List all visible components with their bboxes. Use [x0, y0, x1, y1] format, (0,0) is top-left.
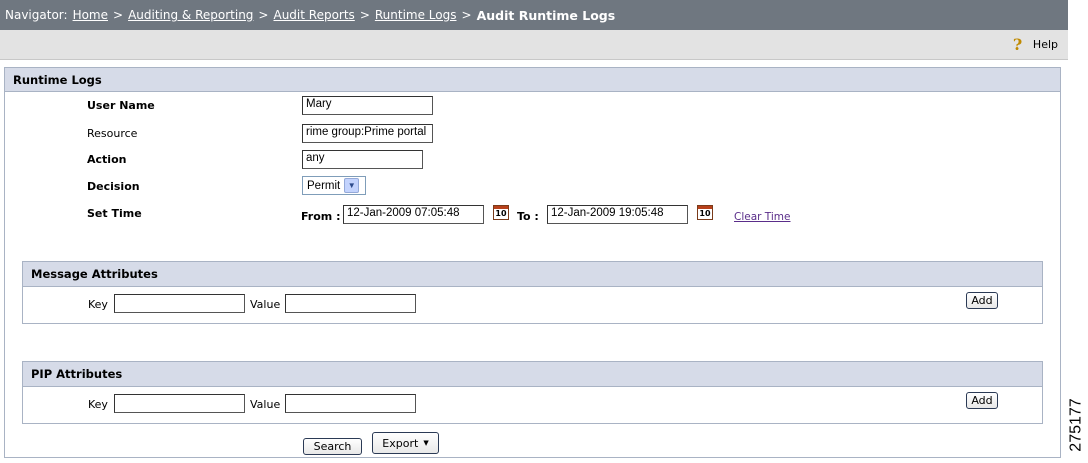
- set-time-label: Set Time: [87, 207, 142, 220]
- add-pip-attribute-button[interactable]: Add: [966, 392, 998, 409]
- decision-label: Decision: [87, 180, 140, 193]
- pip-key-input[interactable]: [114, 394, 245, 413]
- action-input[interactable]: any: [302, 150, 423, 169]
- export-button[interactable]: Export ▼: [372, 432, 439, 454]
- user-name-label: User Name: [87, 99, 155, 112]
- action-label: Action: [87, 153, 127, 166]
- resource-label: Resource: [87, 127, 138, 140]
- pip-attributes-header: PIP Attributes: [23, 362, 1042, 387]
- from-label: From :: [301, 210, 341, 223]
- message-key-label: Key: [88, 298, 108, 311]
- pip-key-label: Key: [88, 398, 108, 411]
- breadcrumb-home[interactable]: Home: [73, 8, 108, 22]
- navigator-bar: Navigator: Home > Auditing & Reporting >…: [0, 0, 1068, 30]
- pip-value-input[interactable]: [285, 394, 416, 413]
- question-mark-icon: ?: [1012, 34, 1023, 54]
- breadcrumb-separator: >: [258, 8, 269, 22]
- message-value-label: Value: [250, 298, 281, 311]
- chevron-down-icon[interactable]: ▼: [344, 178, 360, 193]
- help-button[interactable]: ? Help: [1012, 34, 1058, 54]
- breadcrumb-separator: >: [113, 8, 124, 22]
- message-key-input[interactable]: [114, 294, 245, 313]
- message-value-input[interactable]: [285, 294, 416, 313]
- message-attributes-header: Message Attributes: [23, 262, 1042, 287]
- breadcrumb-separator: >: [359, 8, 370, 22]
- caret-down-icon: ▼: [423, 439, 429, 447]
- pip-value-label: Value: [250, 398, 281, 411]
- user-name-input[interactable]: Mary: [302, 96, 433, 115]
- runtime-logs-panel: Runtime Logs User Name Mary Resource rim…: [4, 67, 1061, 458]
- clear-time-link[interactable]: Clear Time: [734, 211, 791, 223]
- breadcrumb-separator: >: [461, 8, 472, 22]
- breadcrumb-runtime-logs[interactable]: Runtime Logs: [375, 8, 457, 22]
- toolbar: ? Help: [0, 30, 1068, 60]
- resource-input[interactable]: rime group:Prime portal: [302, 124, 433, 143]
- export-label: Export: [382, 436, 419, 450]
- pip-attributes-panel: PIP Attributes Key Value Add: [22, 361, 1043, 424]
- search-button[interactable]: Search: [303, 438, 362, 455]
- decision-select[interactable]: Permit ▼: [302, 176, 366, 195]
- navigator-label: Navigator:: [5, 8, 68, 22]
- breadcrumb-audit-reports[interactable]: Audit Reports: [273, 8, 354, 22]
- breadcrumb-auditing-reporting[interactable]: Auditing & Reporting: [128, 8, 253, 22]
- calendar-icon[interactable]: 10: [697, 205, 713, 220]
- figure-number: 275177: [1068, 398, 1086, 452]
- calendar-icon[interactable]: 10: [493, 205, 509, 220]
- message-attributes-panel: Message Attributes Key Value Add: [22, 261, 1043, 324]
- to-time-input[interactable]: 12-Jan-2009 19:05:48: [547, 205, 688, 224]
- from-time-input[interactable]: 12-Jan-2009 07:05:48: [343, 205, 484, 224]
- help-label: Help: [1032, 38, 1058, 51]
- add-message-attribute-button[interactable]: Add: [966, 292, 998, 309]
- page-title: Audit Runtime Logs: [476, 7, 616, 23]
- to-label: To :: [517, 210, 539, 223]
- runtime-logs-header: Runtime Logs: [5, 68, 1060, 92]
- decision-value: Permit: [307, 179, 341, 192]
